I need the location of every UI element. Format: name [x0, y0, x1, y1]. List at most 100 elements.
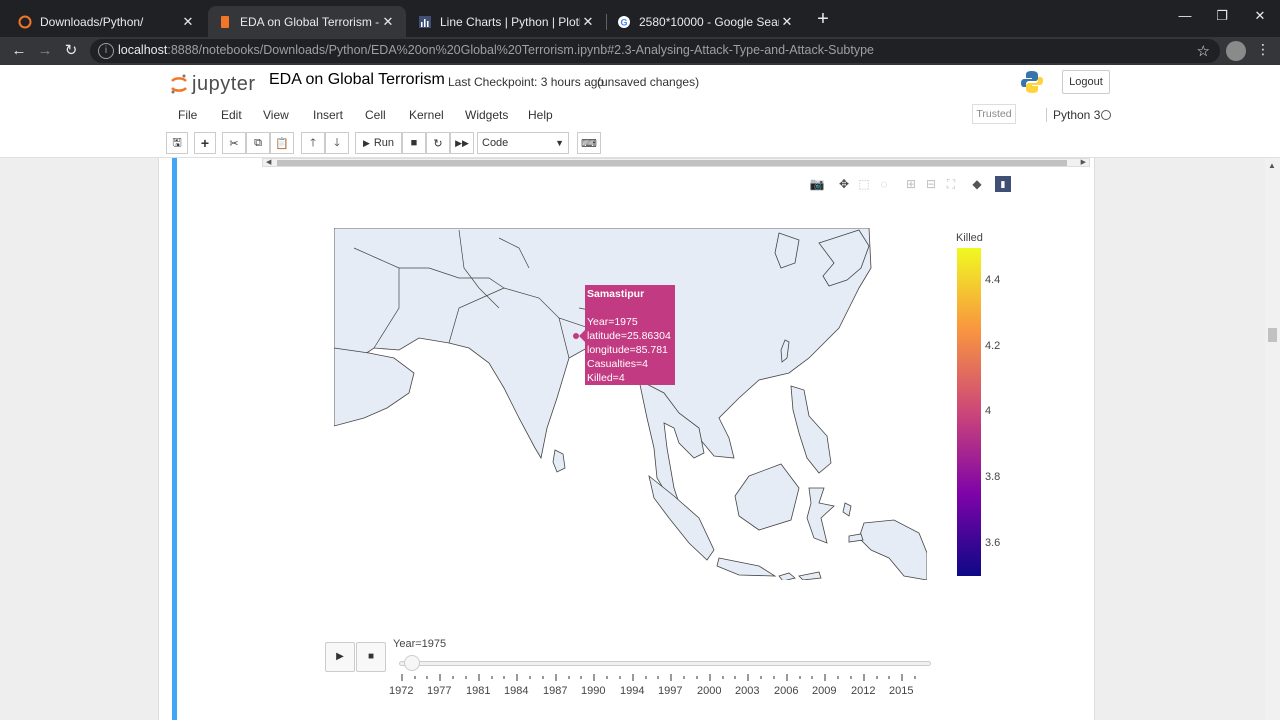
scissors-icon: ✂ [229, 137, 239, 150]
jupyter-logo[interactable]: jupyter [170, 70, 256, 98]
jupyter-icon [18, 15, 32, 28]
menu-file[interactable]: File [178, 108, 197, 122]
colorbar-tick: 4.2 [985, 340, 1001, 352]
slider-current-value: Year=1975 [393, 638, 447, 650]
colorbar-tick: 3.8 [985, 471, 1001, 483]
keyboard-icon: ⌨ [581, 137, 597, 150]
new-tab-icon[interactable]: + [812, 8, 834, 30]
save-button[interactable]: 🖫 [166, 132, 188, 154]
arrow-down-icon: 🡓 [334, 136, 340, 149]
menu-insert[interactable]: Insert [313, 108, 343, 122]
copy-icon: ⧉ [254, 136, 262, 149]
slider-tick-label[interactable]: 1987 [543, 685, 567, 697]
cell-type-select[interactable]: Code ▼ [477, 132, 569, 154]
save-icon: 🖫 [172, 136, 182, 149]
forward-icon[interactable]: → [34, 40, 56, 62]
hover-line: Year=1975 [587, 316, 638, 328]
run-button[interactable]: ▶ Run [355, 132, 402, 154]
cut-button[interactable]: ✂ [222, 132, 246, 154]
kernel-name[interactable]: Python 3 [1046, 108, 1100, 122]
menu-help[interactable]: Help [528, 108, 553, 122]
slider-tick-label[interactable]: 1977 [427, 685, 451, 697]
notebook-title[interactable]: EDA on Global Terrorism [269, 71, 445, 89]
browser-tab-bar: Downloads/Python/ ✕ EDA on Global Terror… [0, 0, 1280, 37]
tab-label: EDA on Global Terrorism - Jupyter [240, 14, 380, 29]
command-palette-button[interactable]: ⌨ [577, 132, 601, 154]
menu-edit[interactable]: Edit [221, 108, 242, 122]
plotly-icon [419, 15, 431, 28]
play-button[interactable]: ▶ [325, 642, 355, 672]
slider-tick-label[interactable]: 2009 [812, 685, 836, 697]
tab-google-search[interactable]: G 2580*10000 - Google Search ✕ [607, 6, 805, 37]
play-icon: ▶ [336, 651, 344, 662]
move-down-button[interactable]: 🡓 [325, 132, 349, 154]
colorbar [957, 248, 981, 576]
menu-cell[interactable]: Cell [365, 108, 386, 122]
menu-kernel[interactable]: Kernel [409, 108, 444, 122]
kebab-menu-icon[interactable]: ⋮ [1256, 41, 1270, 58]
slider-tick-label[interactable]: 2015 [889, 685, 913, 697]
scroll-up-icon[interactable]: ▲ [1268, 161, 1276, 170]
trusted-indicator[interactable]: Trusted [972, 104, 1016, 124]
arrow-up-icon: 🡑 [310, 136, 316, 149]
vertical-scrollbar[interactable]: ▲ [1265, 158, 1280, 720]
fast-forward-icon: ▶▶ [455, 137, 469, 148]
checkpoint-status: Last Checkpoint: 3 hours ago [448, 75, 605, 89]
close-icon[interactable]: ✕ [180, 14, 196, 30]
tab-downloads[interactable]: Downloads/Python/ ✕ [8, 6, 206, 37]
paste-button[interactable]: 📋 [270, 132, 294, 154]
hover-tooltip: Samastipur Year=1975 latitude=25.86304 l… [585, 285, 675, 385]
slider-tick-label[interactable]: 1981 [466, 685, 490, 697]
copy-button[interactable]: ⧉ [246, 132, 270, 154]
land-masses [334, 228, 927, 580]
slider-handle[interactable] [404, 655, 420, 671]
logout-button[interactable]: Logout [1062, 70, 1110, 94]
slider-tick-label[interactable]: 1990 [581, 685, 605, 697]
url-field[interactable]: i localhost:8888/notebooks/Downloads/Pyt… [90, 39, 1220, 63]
menu-widgets[interactable]: Widgets [465, 108, 508, 122]
maximize-icon[interactable]: ❐ [1212, 8, 1232, 24]
insert-cell-button[interactable]: + [194, 132, 216, 154]
restart-button[interactable]: ↻ [426, 132, 450, 154]
colorbar-tick: 4.4 [985, 274, 1001, 286]
slider-tick-label[interactable]: 1984 [504, 685, 528, 697]
menu-view[interactable]: View [263, 108, 289, 122]
tab-eda-notebook[interactable]: EDA on Global Terrorism - Jupyter ✕ [208, 6, 406, 37]
tab-plotly[interactable]: Line Charts | Python | Plotly ✕ [408, 6, 606, 37]
hover-line: longitude=85.781 [587, 344, 668, 356]
info-icon[interactable]: i [98, 43, 114, 59]
jupyter-header: jupyter EDA on Global Terrorism Last Che… [0, 65, 1280, 158]
close-icon[interactable]: ✕ [779, 14, 795, 30]
slider-tick-label[interactable]: 2006 [774, 685, 798, 697]
bookmark-star-icon[interactable]: ☆ [1197, 42, 1210, 60]
menu-bar: File Edit View Insert Cell Kernel Widget… [166, 101, 1114, 127]
notebook-icon [221, 15, 229, 28]
tab-label: Downloads/Python/ [40, 14, 144, 29]
stop-button[interactable]: ■ [356, 642, 386, 672]
slider-tick-label[interactable]: 2000 [697, 685, 721, 697]
year-slider[interactable] [399, 661, 931, 666]
slider-tick-label[interactable]: 2012 [851, 685, 875, 697]
back-icon[interactable]: ← [8, 40, 30, 62]
scrollbar-thumb[interactable] [1268, 328, 1277, 342]
interrupt-button[interactable]: ■ [402, 132, 426, 154]
slider-tick-label[interactable]: 1994 [620, 685, 644, 697]
close-icon[interactable]: ✕ [380, 14, 396, 30]
hover-line: Casualties=4 [587, 358, 648, 370]
paste-icon: 📋 [275, 137, 289, 150]
url-text: localhost:8888/notebooks/Downloads/Pytho… [118, 43, 874, 57]
run-label: Run [373, 137, 395, 149]
stop-icon: ■ [410, 137, 418, 149]
restart-run-all-button[interactable]: ▶▶ [450, 132, 474, 154]
reload-icon[interactable]: ↻ [60, 40, 82, 62]
hover-line: latitude=25.86304 [587, 330, 671, 342]
minimize-icon[interactable]: — [1175, 8, 1195, 23]
close-icon[interactable]: ✕ [580, 14, 596, 30]
slider-tick-label[interactable]: 1997 [658, 685, 682, 697]
move-up-button[interactable]: 🡑 [301, 132, 325, 154]
window-close-icon[interactable]: ✕ [1250, 8, 1270, 24]
svg-text:G: G [620, 17, 627, 27]
slider-tick-label[interactable]: 2003 [735, 685, 759, 697]
profile-avatar[interactable] [1226, 41, 1246, 61]
slider-tick-label[interactable]: 1972 [389, 685, 413, 697]
